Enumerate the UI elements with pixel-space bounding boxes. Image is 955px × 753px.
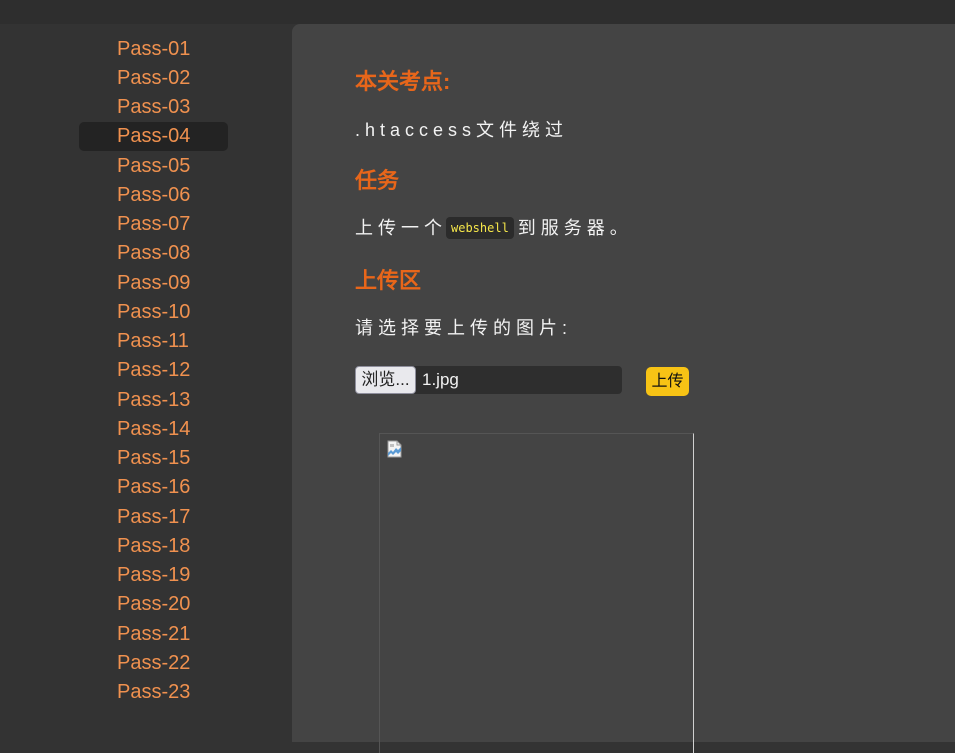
sidebar-nav: Pass-01 Pass-02 Pass-03 Pass-04 Pass-05 … (0, 24, 292, 742)
sidebar-item-pass-07[interactable]: Pass-07 (79, 210, 228, 239)
webshell-code: webshell (446, 217, 514, 239)
task-text-before: 上传一个 (355, 218, 447, 238)
upload-button[interactable]: 上传 (646, 367, 689, 396)
sidebar-item-pass-04[interactable]: Pass-04 (79, 122, 228, 151)
sidebar-item-pass-20[interactable]: Pass-20 (79, 590, 228, 619)
broken-image-icon (387, 440, 403, 463)
sidebar-item-pass-11[interactable]: Pass-11 (79, 327, 228, 356)
sidebar-item-pass-08[interactable]: Pass-08 (79, 239, 228, 268)
sidebar-item-pass-02[interactable]: Pass-02 (79, 64, 228, 93)
file-input[interactable]: 浏览... 1.jpg (355, 366, 622, 394)
sidebar-item-pass-01[interactable]: Pass-01 (79, 35, 228, 64)
focus-heading: 本关考点: (355, 69, 451, 94)
sidebar-item-pass-23[interactable]: Pass-23 (79, 678, 228, 707)
browse-button[interactable]: 浏览... (355, 366, 416, 394)
sidebar-item-pass-13[interactable]: Pass-13 (79, 386, 228, 415)
sidebar-item-pass-03[interactable]: Pass-03 (79, 93, 228, 122)
sidebar-item-pass-15[interactable]: Pass-15 (79, 444, 228, 473)
top-bar (0, 0, 955, 24)
sidebar-item-pass-16[interactable]: Pass-16 (79, 473, 228, 502)
sidebar-item-pass-06[interactable]: Pass-06 (79, 181, 228, 210)
task-heading: 任务 (355, 168, 400, 193)
sidebar-item-pass-05[interactable]: Pass-05 (79, 152, 228, 181)
task-text-after: 到服务器。 (517, 218, 633, 238)
selected-file-name: 1.jpg (422, 370, 459, 389)
sidebar-item-pass-19[interactable]: Pass-19 (79, 561, 228, 590)
sidebar-item-pass-18[interactable]: Pass-18 (79, 532, 228, 561)
focus-text: .htaccess文件绕过 (355, 120, 569, 140)
sidebar-item-pass-22[interactable]: Pass-22 (79, 649, 228, 678)
sidebar-item-pass-14[interactable]: Pass-14 (79, 415, 228, 444)
sidebar-item-pass-10[interactable]: Pass-10 (79, 298, 228, 327)
image-preview (379, 433, 694, 753)
upload-prompt: 请选择要上传的图片: (355, 318, 573, 338)
sidebar-item-pass-09[interactable]: Pass-09 (79, 269, 228, 298)
sidebar-item-pass-17[interactable]: Pass-17 (79, 503, 228, 532)
sidebar-item-pass-21[interactable]: Pass-21 (79, 620, 228, 649)
upload-heading: 上传区 (355, 268, 422, 293)
sidebar-item-pass-12[interactable]: Pass-12 (79, 356, 228, 385)
main-panel: 本关考点: .htaccess文件绕过 任务 上传一个 webshell 到服务器。… (292, 24, 955, 753)
task-text: 上传一个 webshell 到服务器。 (355, 214, 633, 240)
